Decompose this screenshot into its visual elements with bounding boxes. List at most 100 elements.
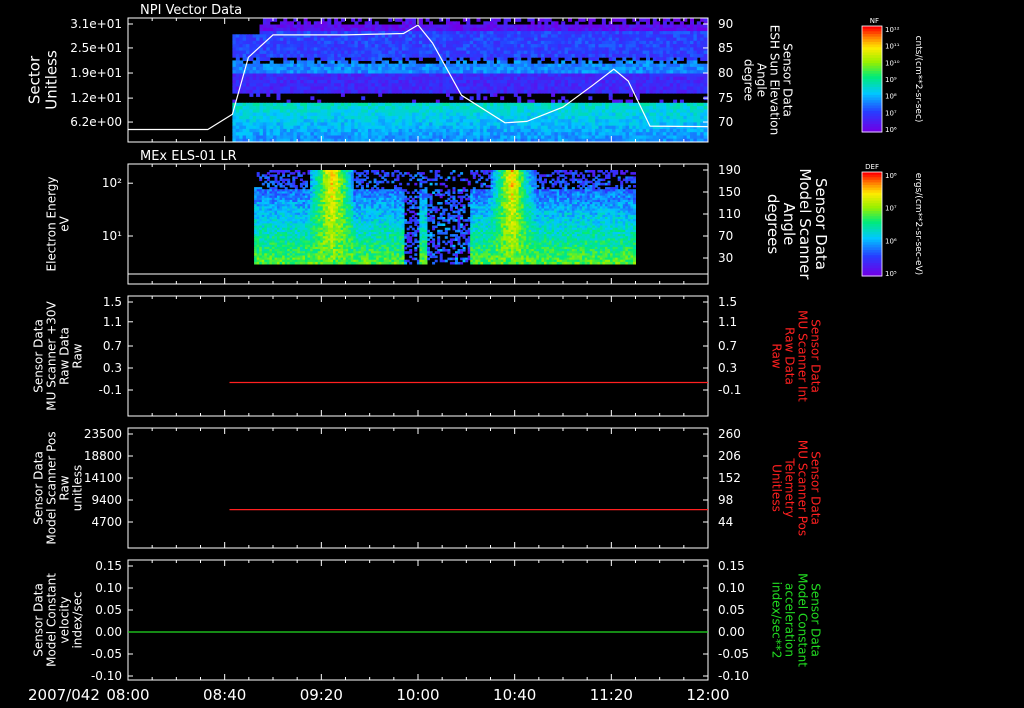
- spectro-cell: [496, 76, 501, 81]
- spectro-cell: [703, 66, 708, 71]
- spectro-cell: [388, 66, 393, 71]
- spectro-cell: [405, 115, 410, 120]
- spectro-cell: [435, 44, 440, 48]
- spectro-cell: [476, 96, 481, 101]
- spectro-cell: [344, 128, 349, 133]
- spectro-cell: [483, 66, 488, 71]
- spectro-cell: [483, 112, 488, 117]
- spectro-cell: [313, 24, 318, 29]
- spectro-cell: [591, 18, 596, 22]
- spectro-cell: [374, 50, 379, 55]
- spectro-cell: [266, 76, 271, 81]
- spectro-cell: [405, 24, 410, 29]
- spectro-cell: [476, 18, 481, 22]
- spectro-cell: [296, 40, 301, 45]
- spectro-cell: [327, 60, 332, 65]
- spectro-cell: [374, 40, 379, 45]
- spectro-cell: [357, 102, 362, 107]
- spectro-cell: [598, 60, 603, 65]
- spectro-cell: [629, 93, 633, 97]
- spectro-cell: [266, 70, 271, 74]
- spectro-cell: [313, 44, 318, 48]
- spectro-cell: [374, 24, 379, 29]
- spectro-cell: [483, 80, 488, 84]
- spectro-cell: [551, 93, 556, 97]
- spectro-cell: [313, 122, 318, 127]
- spectro-cell: [266, 106, 271, 110]
- spectro-cell: [388, 34, 393, 39]
- spectro-cell: [483, 96, 488, 101]
- spectro-cell: [388, 40, 393, 45]
- spectro-cell: [232, 122, 237, 127]
- spectro-cell: [493, 93, 498, 97]
- spectro-cell: [266, 93, 271, 97]
- spectro-cell: [462, 60, 467, 65]
- spectro-cell: [483, 102, 488, 107]
- spectro-cell: [269, 60, 274, 65]
- spectro-cell: [388, 132, 393, 136]
- spectro-cell: [327, 66, 332, 71]
- spectro-cell: [357, 24, 362, 29]
- spectro-cell: [357, 76, 362, 81]
- spectro-cell: [344, 122, 349, 127]
- spectro-cell: [435, 66, 440, 71]
- spectro-cell: [405, 70, 410, 74]
- spectro-cell: [313, 128, 318, 133]
- spectro-cell: [357, 40, 362, 45]
- spectro-cell: [483, 24, 488, 29]
- spectro-cell: [327, 24, 332, 29]
- spectro-cell: [232, 128, 237, 133]
- spectro-cell: [466, 86, 471, 91]
- spectro-cell: [496, 106, 501, 110]
- spectro-cell: [388, 27, 393, 32]
- spectro-cell: [290, 60, 294, 65]
- spectro-cell: [374, 44, 379, 48]
- spectro-cell: [703, 18, 708, 22]
- spectro-cell: [483, 44, 488, 48]
- spectro-cell: [344, 50, 349, 55]
- spectro-cell: [388, 53, 393, 58]
- spectro-cell: [703, 44, 708, 48]
- spectro-cell: [313, 40, 318, 45]
- spectro-cell: [266, 89, 271, 94]
- spectro-cell: [239, 50, 244, 55]
- spectro-cell: [388, 18, 393, 22]
- spectro-cell: [388, 76, 393, 81]
- spectro-cell: [313, 132, 318, 136]
- spectro-cell: [327, 70, 332, 74]
- spectro-cell: [327, 76, 332, 81]
- spectro-cell: [357, 86, 362, 91]
- spectro-cell: [313, 76, 318, 81]
- spectro-cell: [283, 18, 288, 22]
- spectro-cell: [652, 18, 657, 22]
- spectro-cell: [388, 44, 393, 48]
- spectro-cell: [483, 76, 488, 81]
- spectro-cell: [310, 96, 315, 101]
- spectro-cell: [232, 115, 237, 120]
- spectro-cell: [554, 60, 559, 65]
- spectro-cell: [496, 128, 501, 133]
- spectro-cell: [239, 34, 244, 39]
- multi-panel-plot: NPI Vector Data3.1e+012.5e+011.9e+011.2e…: [26, 3, 924, 704]
- spectro-cell: [435, 102, 440, 107]
- spectro-cell: [266, 102, 271, 107]
- spectro-cell: [693, 60, 698, 65]
- spectro-cell: [466, 44, 471, 48]
- spectro-cell: [496, 122, 501, 127]
- spectro-cell: [496, 86, 501, 91]
- spectro-cell: [466, 70, 471, 74]
- spectro-cell: [659, 60, 664, 65]
- spectro-cell: [703, 76, 708, 81]
- spectro-cell: [466, 102, 471, 107]
- spectro-cell: [357, 128, 362, 133]
- spectro-cell: [273, 18, 278, 22]
- spectro-cell: [466, 89, 471, 94]
- spectro-cell: [581, 60, 586, 65]
- spectro-cell: [296, 60, 301, 65]
- spectro-cell: [405, 66, 410, 71]
- spectro-cell: [490, 60, 494, 65]
- spectro-cell: [388, 122, 393, 127]
- spectro-cell: [435, 112, 440, 117]
- spectro-cell: [310, 60, 315, 65]
- spectro-cell: [317, 60, 322, 65]
